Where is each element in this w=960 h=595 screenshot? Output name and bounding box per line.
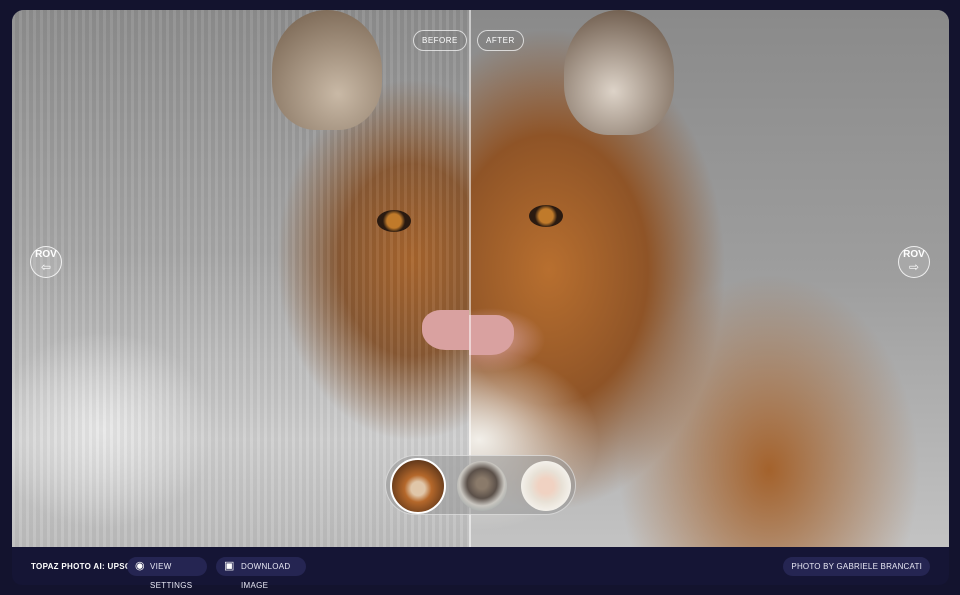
tiger-ear-right: [564, 10, 674, 135]
sample-thumbnail-strip: [385, 455, 576, 515]
thumbnail-monkey[interactable]: [521, 461, 571, 511]
tiger-eye-right: [529, 205, 563, 227]
previous-image-button[interactable]: ROV ⇦: [30, 246, 62, 278]
view-settings-button[interactable]: ◉ VIEW SETTINGS: [127, 557, 207, 590]
view-settings-label: VIEW SETTINGS: [150, 562, 193, 590]
thumbnail-tiger[interactable]: [390, 458, 446, 514]
tiger-nose-before: [422, 310, 469, 350]
after-label: AFTER: [477, 30, 524, 51]
photo-credit-badge: PHOTO BY GABRIELE BRANCATI: [783, 557, 930, 576]
download-image-label: DOWNLOAD IMAGE: [241, 562, 291, 590]
tiger-eye-left: [377, 210, 411, 232]
next-caption: ROV: [903, 249, 925, 260]
tiger-ear-left: [272, 10, 382, 130]
arrow-right-icon: ⇨: [908, 260, 920, 274]
previous-caption: ROV: [35, 249, 57, 260]
image-icon: ▣: [224, 560, 235, 572]
before-label: BEFORE: [413, 30, 467, 51]
tiger-nose-after: [469, 315, 514, 355]
eye-icon: ◉: [135, 560, 145, 572]
next-image-button[interactable]: ROV ⇨: [898, 246, 930, 278]
thumbnail-deer[interactable]: [457, 461, 507, 511]
footer-bar: TOPAZ PHOTO AI: UPSCALE ◉ VIEW SETTINGS …: [12, 547, 949, 590]
arrow-left-icon: ⇦: [40, 260, 52, 274]
download-image-button[interactable]: ▣ DOWNLOAD IMAGE: [216, 557, 306, 590]
image-comparison-viewer[interactable]: BEFORE AFTER ROV ⇦ ROV ⇨: [12, 10, 949, 547]
